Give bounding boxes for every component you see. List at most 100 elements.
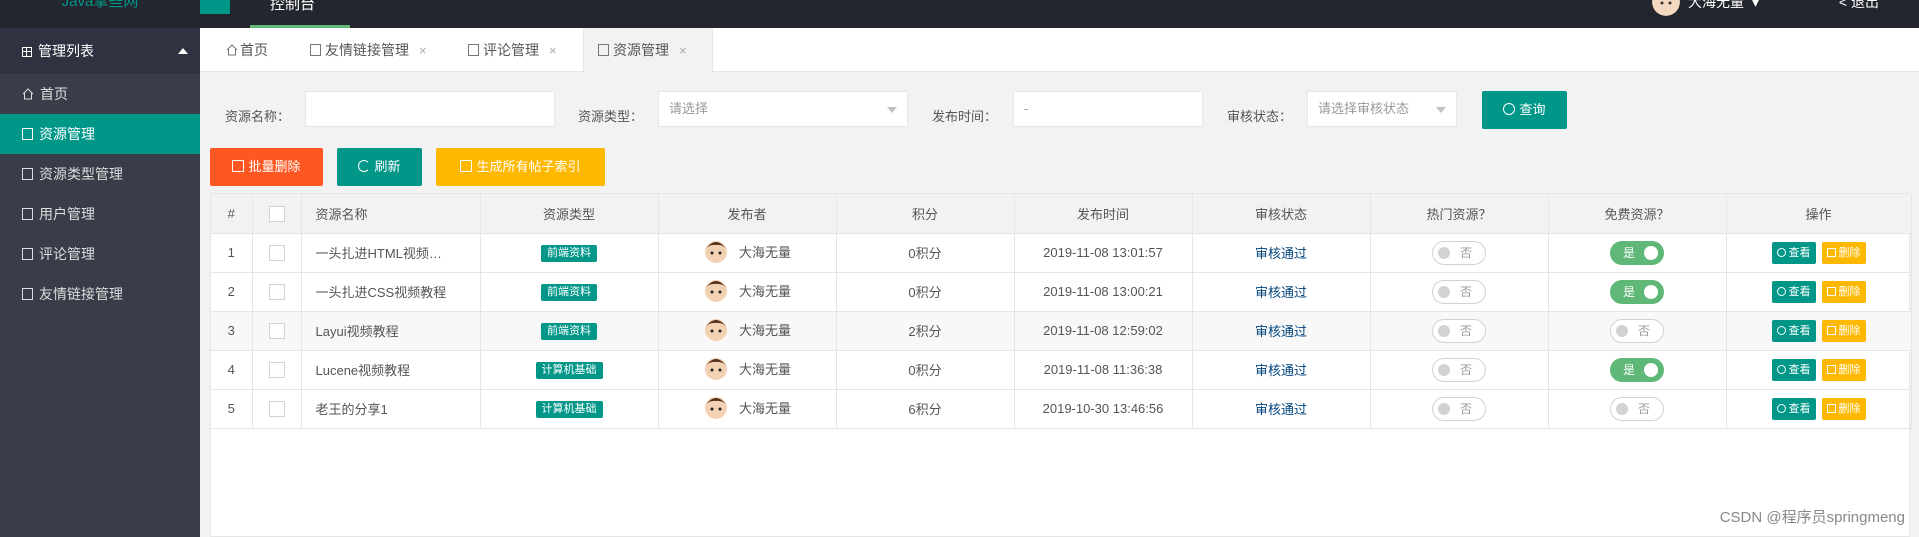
resource-table: # 资源名称 资源类型 发布者 积分 发布时间 审核状态 热门资源？ 免费资源？… [210, 193, 1912, 537]
hot-cell: 否 [1370, 311, 1549, 351]
status-link[interactable]: 审核通过 [1255, 246, 1307, 261]
user-menu[interactable]: 大海无量 ▾ [1651, 0, 1759, 16]
checkbox[interactable] [268, 205, 285, 222]
time-filter-input[interactable]: - [1013, 91, 1203, 127]
checkbox[interactable] [268, 244, 285, 261]
name-filter-input[interactable] [305, 91, 555, 127]
hot-toggle[interactable]: 否 [1432, 357, 1486, 382]
view-button[interactable]: 查看 [1771, 280, 1816, 303]
status-link[interactable]: 审核通过 [1255, 363, 1307, 378]
status-link[interactable]: 审核通过 [1255, 285, 1307, 300]
avatar [704, 280, 727, 302]
resource-type-cell: 前端资料 [480, 272, 659, 312]
status-link[interactable]: 审核通过 [1255, 402, 1307, 417]
delete-button[interactable]: 删除 [1821, 280, 1866, 303]
delete-button[interactable]: 删除 [1821, 397, 1866, 420]
type-filter-select[interactable]: 请选择 [658, 91, 908, 127]
time-filter-label: 发布时间： [932, 109, 998, 124]
toggle-label: 是 [1623, 284, 1636, 299]
checkbox[interactable] [268, 322, 285, 339]
refresh-button[interactable]: 刷新 [337, 148, 422, 186]
toggle-knob [1644, 362, 1658, 377]
sidebar-item-label: 友情链接管理 [39, 286, 123, 302]
batch-delete-button[interactable]: 批量删除 [210, 148, 323, 186]
resource-name: 一头扎进HTML视频… [301, 233, 481, 273]
column-header: 热门资源？ [1370, 194, 1549, 234]
resource-type-cell: 前端资料 [480, 311, 659, 351]
close-icon[interactable]: × [419, 43, 427, 58]
free-toggle[interactable]: 是 [1610, 279, 1664, 304]
sidebar-header[interactable]: 管理列表 [0, 28, 200, 74]
publisher-name: 大海无量 [738, 322, 791, 338]
sidebar-item-home[interactable]: 首页 [0, 74, 200, 114]
column-header-select-all[interactable] [252, 194, 302, 234]
row-index: 1 [211, 233, 253, 273]
view-button[interactable]: 查看 [1771, 358, 1816, 381]
hot-toggle[interactable]: 否 [1432, 318, 1486, 343]
top-tab-console[interactable]: 控制台 [250, 0, 350, 28]
toggle-label: 是 [1623, 245, 1636, 260]
view-button[interactable]: 查看 [1771, 397, 1816, 420]
status-filter-select[interactable]: 请选择审核状态 [1307, 91, 1457, 127]
view-button[interactable]: 查看 [1771, 319, 1816, 342]
name-filter-label: 资源名称： [225, 109, 291, 124]
doc-icon [598, 44, 609, 56]
search-icon [1776, 403, 1786, 413]
resource-type-badge: 前端资料 [541, 283, 597, 301]
toggle-knob [1438, 324, 1450, 337]
checkbox[interactable] [268, 283, 285, 300]
delete-button[interactable]: 删除 [1821, 241, 1866, 264]
doc-icon [22, 128, 33, 140]
delete-button[interactable]: 删除 [1821, 319, 1866, 342]
tab-comments[interactable]: 评论管理 × [468, 28, 557, 72]
sidebar-item-label: 资源管理 [39, 126, 95, 142]
toggle-label: 是 [1623, 362, 1636, 377]
sidebar-item-resource-type[interactable]: 资源类型管理 [0, 154, 200, 194]
generate-index-button[interactable]: 生成所有帖子索引 [436, 148, 605, 186]
points: 0积分 [836, 233, 1015, 273]
sidebar-item-links[interactable]: 友情链接管理 [0, 274, 200, 314]
delete-label: 删除 [1838, 324, 1861, 337]
close-icon[interactable]: × [679, 43, 687, 58]
logout-link[interactable]: < 退出 [1839, 0, 1879, 12]
hot-toggle[interactable]: 否 [1432, 240, 1486, 265]
toggle-knob [1616, 402, 1628, 415]
tab-links[interactable]: 友情链接管理 × [310, 28, 427, 72]
sidebar-item-users[interactable]: 用户管理 [0, 194, 200, 234]
hot-toggle[interactable]: 否 [1432, 279, 1486, 304]
delete-button[interactable]: 删除 [1821, 358, 1866, 381]
trash-icon [1826, 403, 1836, 413]
top-tab-label: 控制台 [270, 0, 316, 13]
logo[interactable]: Java拿些网 [0, 0, 200, 28]
hot-cell: 否 [1370, 272, 1549, 312]
resource-name: Layui视频教程 [301, 311, 481, 351]
sidebar-item-comments[interactable]: 评论管理 [0, 234, 200, 274]
free-toggle[interactable]: 否 [1610, 396, 1664, 421]
tab-label: 友情链接管理 [325, 42, 409, 58]
checkbox[interactable] [268, 400, 285, 417]
tab-resource[interactable]: 资源管理 × [583, 28, 713, 73]
sidebar-item-resource[interactable]: 资源管理 [0, 114, 200, 154]
close-icon[interactable]: × [549, 43, 557, 58]
checkbox[interactable] [268, 361, 285, 378]
free-toggle[interactable]: 是 [1610, 240, 1664, 265]
resource-name: Lucene视频教程 [301, 350, 481, 390]
toggle-knob [1616, 324, 1628, 337]
points: 0积分 [836, 272, 1015, 312]
hot-toggle[interactable]: 否 [1432, 396, 1486, 421]
view-button[interactable]: 查看 [1771, 241, 1816, 264]
tab-home[interactable]: 首页 [226, 28, 268, 72]
free-toggle[interactable]: 否 [1610, 318, 1664, 343]
actions-cell: 查看 删除 [1726, 350, 1912, 390]
toggle-label: 否 [1459, 245, 1472, 260]
free-cell: 是 [1548, 272, 1727, 312]
toggle-label: 否 [1459, 362, 1472, 377]
sidebar-item-label: 资源类型管理 [39, 166, 123, 182]
row-index: 2 [211, 272, 253, 312]
type-select-placeholder: 请选择 [669, 101, 709, 116]
status-link[interactable]: 审核通过 [1255, 324, 1307, 339]
doc-icon [22, 208, 33, 220]
free-toggle[interactable]: 是 [1610, 357, 1664, 382]
sidebar-toggle-button[interactable] [200, 0, 230, 14]
query-button[interactable]: 查询 [1482, 91, 1567, 129]
